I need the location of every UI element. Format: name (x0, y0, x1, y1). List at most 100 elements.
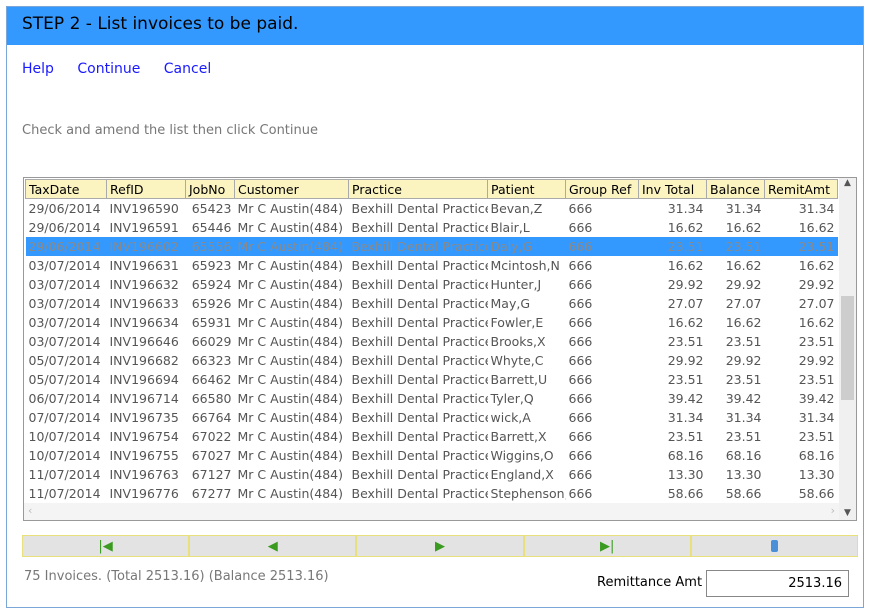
table-cell: Bexhill Dental Practice (351, 447, 488, 463)
table-cell: Bexhill Dental Practice (351, 276, 488, 292)
table-cell: 31.34 (725, 409, 762, 425)
table-row[interactable]: 29/06/2014 INV196602 65556 Mr C Austin(484)… (25, 236, 838, 256)
table-cell: Bexhill Dental Practice (351, 409, 488, 425)
table-row[interactable]: 03/07/2014 INV196632 65924 Mr C Austin(484)… (26, 275, 838, 294)
table-cell: 23.51 (667, 333, 704, 349)
table-cell: 67022 (191, 428, 232, 444)
table-cell: INV196735 (109, 409, 179, 425)
table-cell: 23.51 (725, 428, 762, 444)
table-cell: 29.92 (667, 276, 704, 292)
table-cell: 67027 (191, 447, 232, 463)
delete-button[interactable] (690, 535, 859, 557)
table-cell: 666 (568, 257, 593, 273)
table-cell: 65423 (191, 200, 232, 216)
link-bar: Help Continue Cancel (22, 61, 230, 77)
table-cell: 13.30 (798, 466, 835, 482)
column-header[interactable]: TaxDate (25, 179, 107, 199)
column-header[interactable]: JobNo (185, 179, 235, 199)
column-header[interactable]: Patient (487, 179, 566, 199)
column-header[interactable]: RefID (106, 179, 186, 199)
table-cell: INV196646 (109, 333, 179, 349)
table-row[interactable]: 10/07/2014 INV196754 67022 Mr C Austin(484)… (26, 427, 838, 446)
table-cell: 66580 (191, 390, 232, 406)
table-row[interactable]: 07/07/2014 INV196735 66764 Mr C Austin(484)… (26, 408, 838, 427)
table-cell: Mr C Austin(484) (237, 352, 344, 368)
table-cell: 666 (568, 466, 593, 482)
column-header[interactable]: Balance (706, 179, 765, 199)
table-cell: 23.51 (798, 333, 835, 349)
table-cell: Mr C Austin(484) (237, 485, 344, 501)
table-cell: INV196755 (109, 447, 179, 463)
table-cell: 06/07/2014 (28, 390, 101, 406)
table-cell: INV196631 (109, 257, 179, 273)
table-cell: 31.34 (667, 200, 704, 216)
table-cell: 13.30 (667, 466, 704, 482)
table-cell: 58.66 (725, 485, 762, 501)
title-bar: STEP 2 - List invoices to be paid. (7, 7, 863, 45)
table-row[interactable]: 10/07/2014 INV196755 67027 Mr C Austin(484)… (26, 446, 838, 465)
table-cell: 29.92 (725, 276, 762, 292)
table-row[interactable]: 29/06/2014 INV196591 65446 Mr C Austin(484)… (26, 218, 838, 237)
table-cell: 16.62 (667, 257, 704, 273)
scroll-left-icon[interactable]: ‹ (28, 504, 32, 517)
prev-button[interactable]: ◀ (189, 535, 357, 557)
scroll-up-icon[interactable]: ▲ (839, 178, 856, 188)
table-cell: Mr C Austin(484) (237, 219, 344, 235)
table-cell: 666 (568, 371, 593, 387)
cancel-link[interactable]: Cancel (164, 61, 211, 77)
scroll-down-icon[interactable]: ▼ (839, 508, 856, 518)
table-cell: Mr C Austin(484) (237, 257, 344, 273)
table-cell: Bexhill Dental Practice (351, 314, 488, 330)
column-header[interactable]: Group Ref (565, 179, 639, 199)
table-row[interactable]: 05/07/2014 INV196694 66462 Mr C Austin(484)… (26, 370, 838, 389)
remittance-amount-input[interactable]: 2513.16 (706, 570, 849, 597)
last-button[interactable]: ▶| (523, 535, 691, 557)
table-cell: INV196634 (109, 314, 179, 330)
table-row[interactable]: 03/07/2014 INV196633 65926 Mr C Austin(484)… (26, 294, 838, 313)
table-row[interactable]: 03/07/2014 INV196634 65931 Mr C Austin(484)… (26, 313, 838, 332)
table-row[interactable]: 11/07/2014 INV196763 67127 Mr C Austin(484)… (26, 465, 838, 484)
table-cell: 666 (568, 352, 593, 368)
table-cell: 03/07/2014 (28, 295, 101, 311)
next-button[interactable]: ▶ (356, 535, 524, 557)
column-header[interactable]: RemitAmt (764, 179, 838, 199)
table-cell: 16.62 (798, 219, 835, 235)
horizontal-scrollbar[interactable]: ‹ › (24, 503, 839, 520)
table-cell: 16.62 (667, 219, 704, 235)
table-cell: Fowler,E (490, 314, 544, 330)
table-cell: 27.07 (798, 295, 835, 311)
table-cell: 68.16 (798, 447, 835, 463)
help-link[interactable]: Help (22, 61, 54, 77)
column-header[interactable]: Customer (234, 179, 349, 199)
table-cell: Bexhill Dental Practice (351, 257, 488, 273)
table-row[interactable]: 29/06/2014 INV196590 65423 Mr C Austin(484)… (26, 199, 838, 218)
column-header[interactable]: Inv Total (638, 179, 707, 199)
table-cell: 23.51 (667, 371, 704, 387)
table-cell: 666 (568, 314, 593, 330)
table-cell: 10/07/2014 (28, 447, 101, 463)
table-cell: Hunter,J (490, 276, 542, 292)
scroll-thumb[interactable] (841, 296, 854, 400)
first-button[interactable]: |◀ (22, 535, 190, 557)
table-cell: 66462 (191, 371, 232, 387)
scroll-right-icon[interactable]: › (831, 504, 835, 517)
table-cell: 31.34 (725, 200, 762, 216)
table-cell: 68.16 (667, 447, 704, 463)
continue-link[interactable]: Continue (77, 61, 140, 77)
table-cell: Wiggins,O (490, 447, 554, 463)
table-cell: Bexhill Dental Practice (351, 485, 488, 501)
table-cell: Mr C Austin(484) (237, 200, 344, 216)
table-row[interactable]: 05/07/2014 INV196682 66323 Mr C Austin(484)… (26, 351, 838, 370)
table-cell: Barrett,U (490, 371, 548, 387)
table-cell: 39.42 (725, 390, 762, 406)
column-header[interactable]: Practice (348, 179, 488, 199)
table-row[interactable]: 06/07/2014 INV196714 66580 Mr C Austin(484)… (26, 389, 838, 408)
table-cell: wick,A (490, 409, 531, 425)
table-row[interactable]: 03/07/2014 INV196631 65923 Mr C Austin(484)… (26, 256, 838, 275)
table-row[interactable]: 03/07/2014 INV196646 66029 Mr C Austin(484)… (26, 332, 838, 351)
vertical-scrollbar[interactable]: ▲ ▼ (839, 178, 856, 520)
table-row[interactable]: 11/07/2014 INV196776 67277 Mr C Austin(484)… (26, 484, 838, 503)
table-cell: INV196682 (109, 352, 179, 368)
table-cell: 16.62 (798, 314, 835, 330)
table-cell: Bexhill Dental Practice (351, 295, 488, 311)
